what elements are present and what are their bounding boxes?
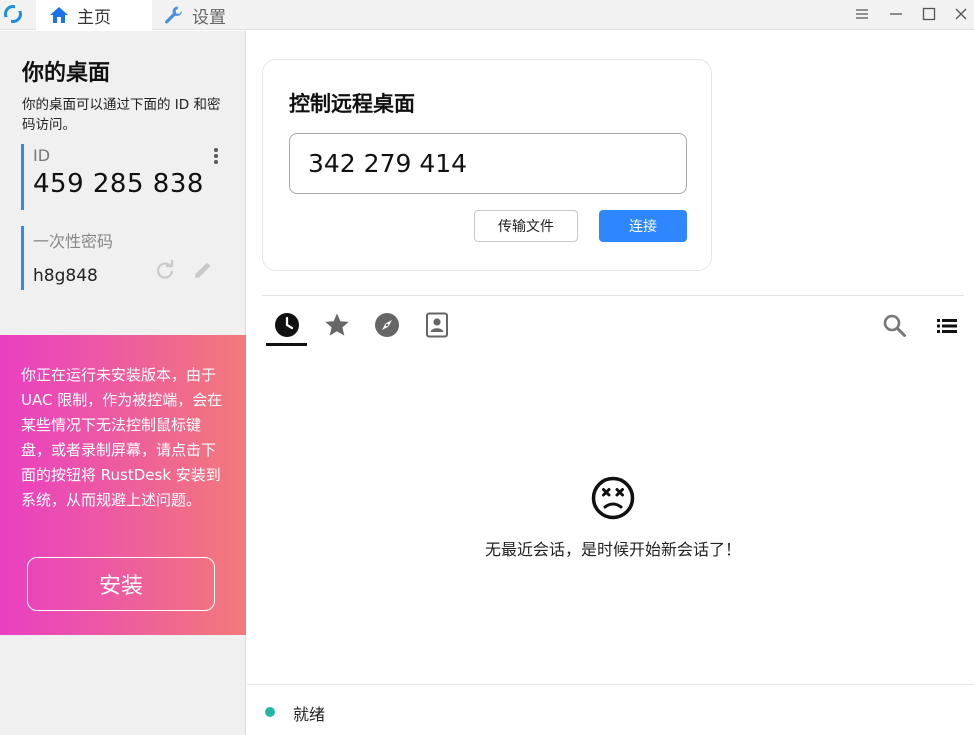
menu-icon[interactable] <box>854 6 870 22</box>
id-value[interactable]: 459 285 838 <box>33 169 226 199</box>
no-recent-sessions-text: 无最近会话，是时候开始新会话了！ <box>484 540 741 559</box>
install-button[interactable]: 安装 <box>27 557 215 611</box>
transfer-file-button[interactable]: 传输文件 <box>474 210 578 242</box>
more-vertical-icon[interactable] <box>210 146 222 166</box>
connect-button[interactable]: 连接 <box>599 210 687 242</box>
password-label: 一次性密码 <box>33 232 114 251</box>
title-bar: 主页 设置 <box>0 0 974 30</box>
minimize-icon[interactable] <box>888 6 904 22</box>
refresh-icon[interactable] <box>154 259 176 281</box>
star-icon[interactable] <box>324 312 350 338</box>
search-icon[interactable] <box>882 313 907 338</box>
maximize-icon[interactable] <box>921 6 937 22</box>
divider <box>262 295 964 296</box>
remote-control-card: 控制远程桌面 传输文件 连接 <box>262 59 712 271</box>
status-bar: 就绪 <box>247 684 974 735</box>
left-panel: 你的桌面 你的桌面可以通过下面的 ID 和密码访问。 ID 459 285 83… <box>0 31 246 735</box>
wrench-icon <box>165 6 182 24</box>
tab-settings[interactable]: 设置 <box>164 0 284 30</box>
your-desktop-title: 你的桌面 <box>22 61 111 86</box>
tab-home[interactable]: 主页 <box>36 0 152 30</box>
status-text: 就绪 <box>293 705 326 724</box>
status-dot-icon <box>265 707 275 717</box>
active-tab-indicator <box>266 343 307 346</box>
tab-settings-label: 设置 <box>192 7 226 28</box>
password-block: 一次性密码 h8g848 <box>21 226 226 290</box>
id-label: ID <box>33 146 51 165</box>
close-icon[interactable] <box>953 6 969 22</box>
remote-control-title: 控制远程桌面 <box>289 92 415 116</box>
rustdesk-logo-icon <box>4 5 22 23</box>
id-block: ID 459 285 838 <box>21 144 226 210</box>
install-warning-box: 你正在运行未安装版本，由于 UAC 限制，作为被控端，会在某些情况下无法控制鼠标… <box>0 335 246 635</box>
home-icon <box>50 7 68 23</box>
compass-icon[interactable] <box>374 312 400 338</box>
rustdesk-window: 主页 设置 你的桌面 你的桌面可以通过下面的 ID 和密码访问。 ID 459 … <box>0 0 974 735</box>
sad-face-icon <box>591 476 635 520</box>
list-view-icon[interactable] <box>935 314 959 338</box>
edit-pencil-icon[interactable] <box>192 259 214 281</box>
your-desktop-description: 你的桌面可以通过下面的 ID 和密码访问。 <box>22 97 221 133</box>
install-warning-text: 你正在运行未安装版本，由于 UAC 限制，作为被控端，会在某些情况下无法控制鼠标… <box>21 366 223 509</box>
address-book-icon[interactable] <box>424 312 450 338</box>
tab-home-label: 主页 <box>77 7 111 28</box>
clock-icon[interactable] <box>274 312 300 338</box>
remote-id-input[interactable] <box>289 133 687 194</box>
